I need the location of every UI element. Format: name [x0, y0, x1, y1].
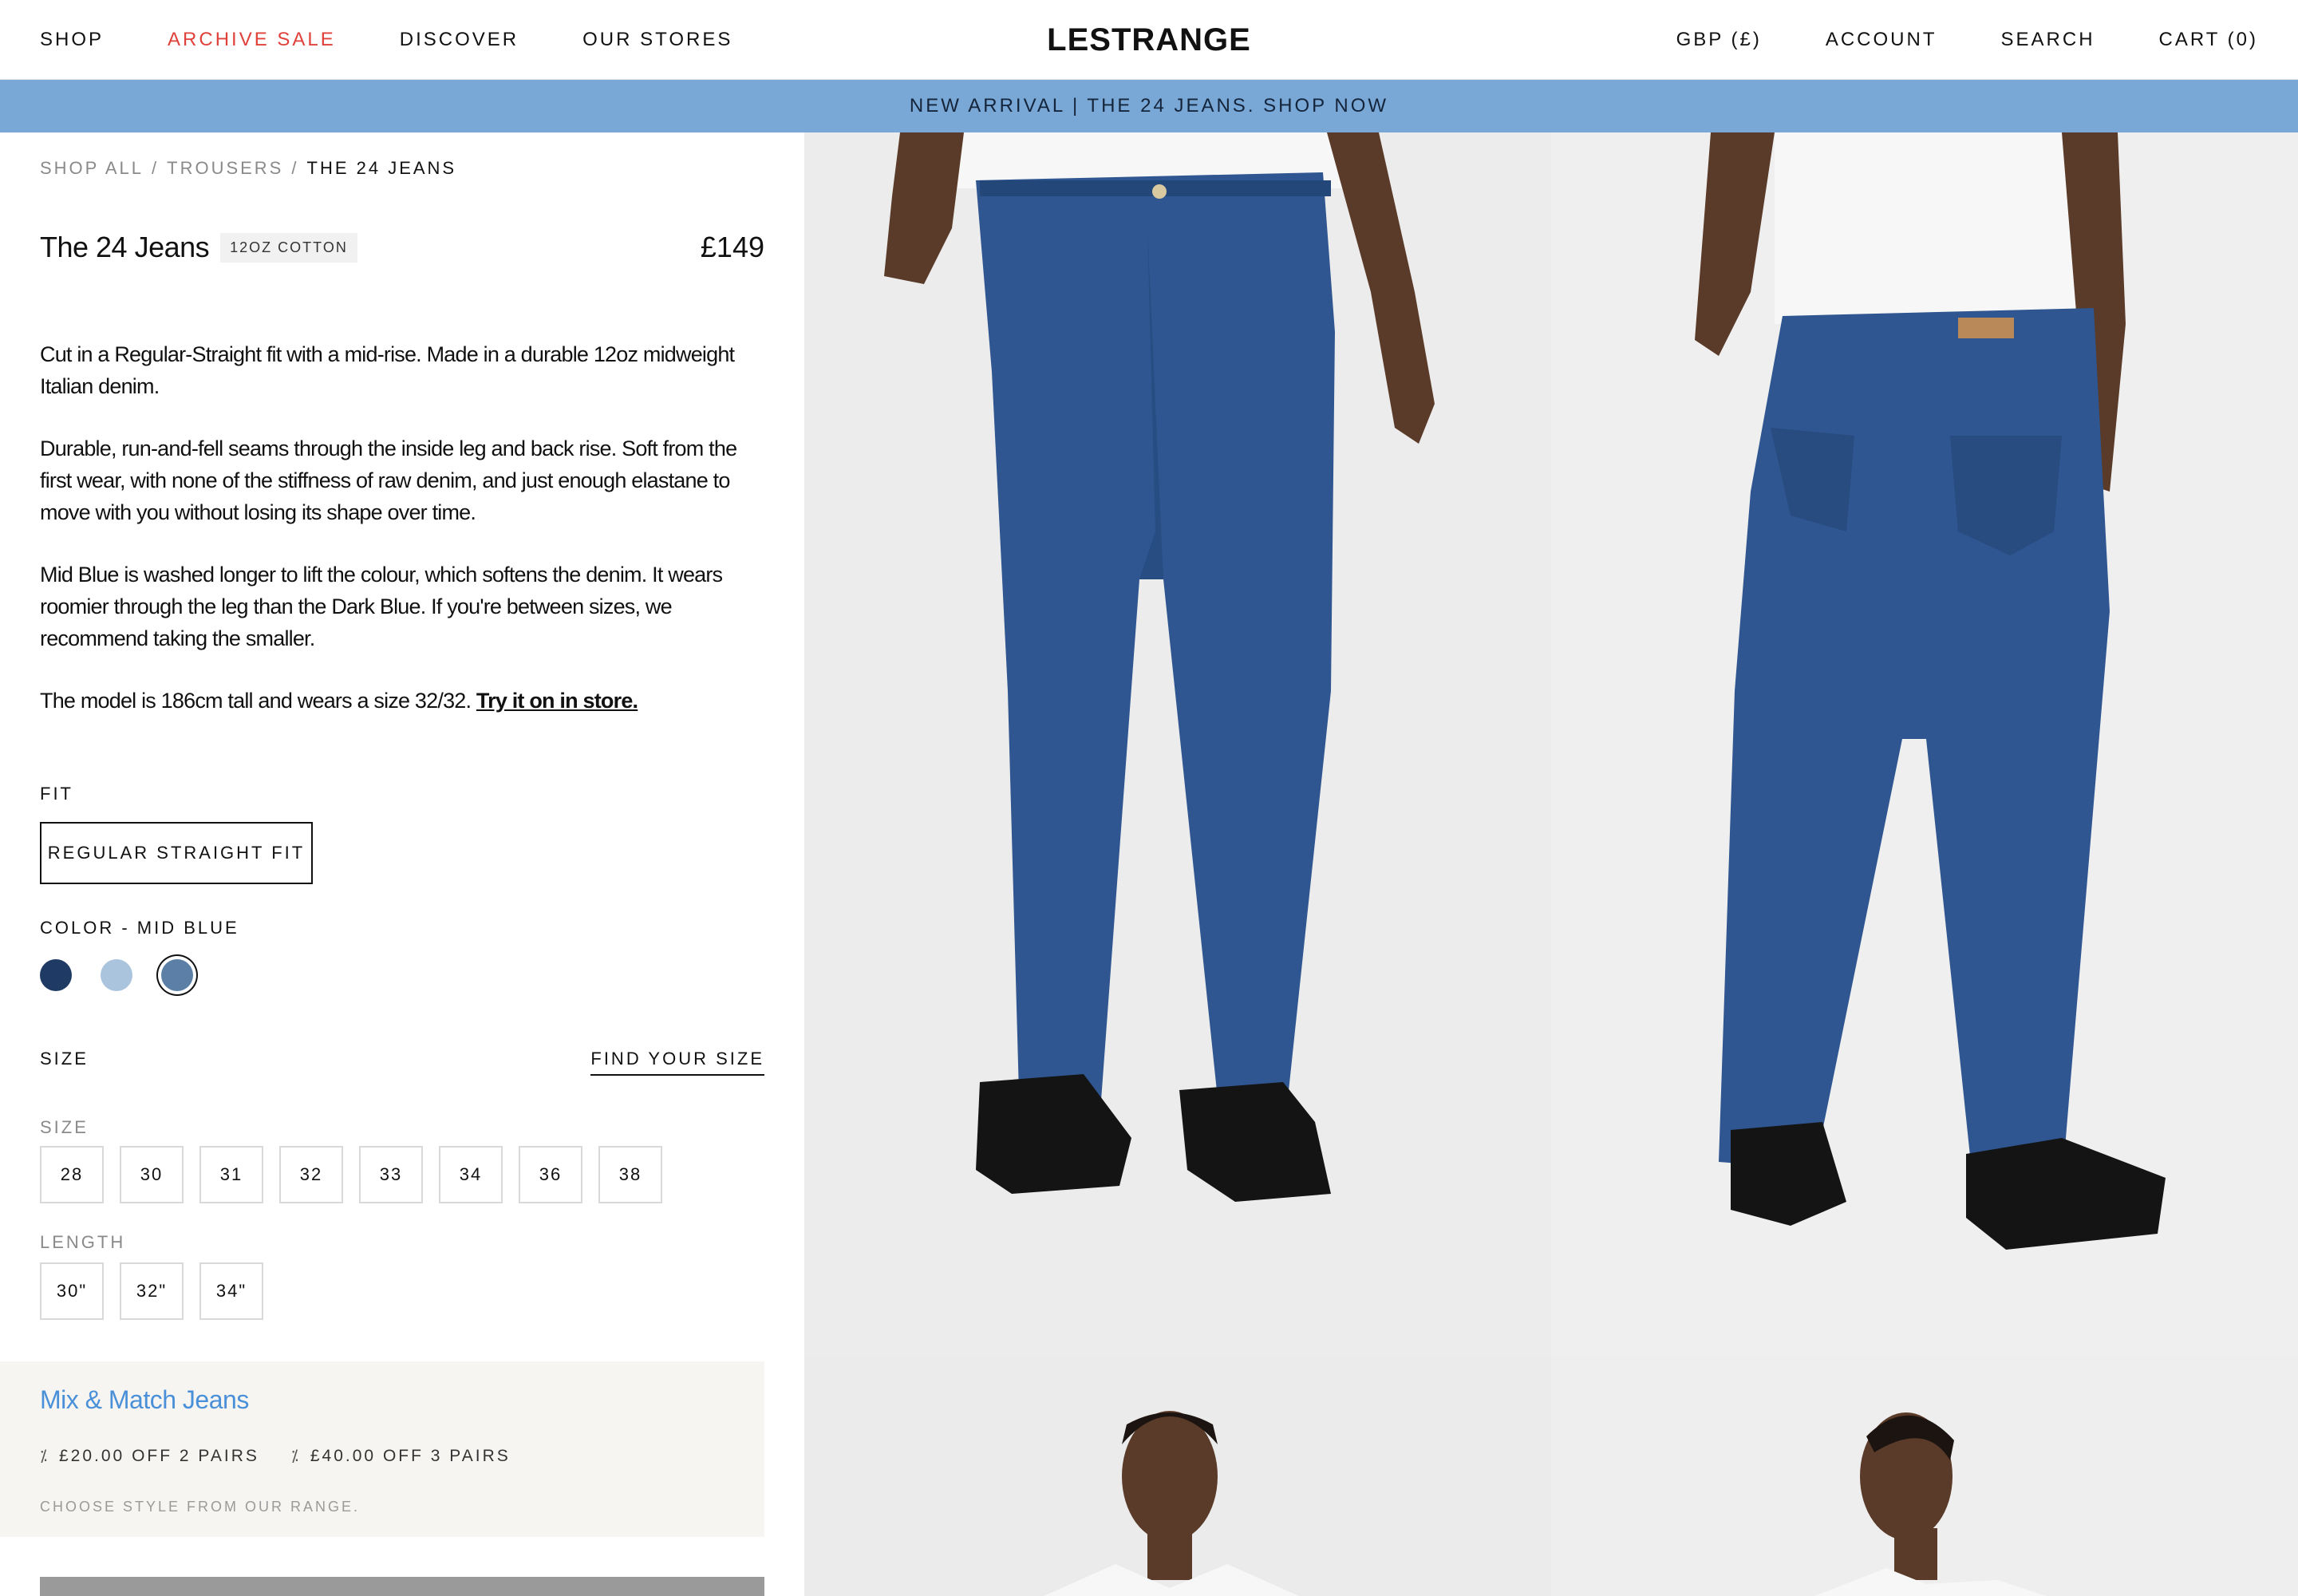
size-option-32[interactable]: 32	[279, 1146, 343, 1203]
size-section-label: SIZE	[40, 1049, 89, 1069]
size-option-34[interactable]: 34	[439, 1146, 503, 1203]
fit-label: FIT	[40, 784, 73, 804]
product-image-portrait-front[interactable]	[804, 1357, 1551, 1596]
model-note-text: The model is 186cm tall and wears a size…	[40, 689, 472, 713]
size-option-31[interactable]: 31	[199, 1146, 263, 1203]
portrait-front-illustration	[1044, 1411, 1299, 1596]
product-image-portrait-side[interactable]	[1551, 1357, 2298, 1596]
product-details-panel: SHOP ALL / TROUSERS / THE 24 JEANS The 2…	[0, 132, 804, 1596]
front-view-illustration	[884, 132, 1435, 1202]
percent-icon: ⁒	[40, 1448, 49, 1465]
promo-offers: ⁒ £20.00 OFF 2 PAIRS ⁒ £40.00 OFF 3 PAIR…	[40, 1446, 511, 1466]
waist-size-options: 28 30 31 32 33 34 36 38	[40, 1146, 662, 1203]
breadcrumb-shop-all[interactable]: SHOP ALL	[40, 158, 144, 179]
site-header: SHOP ARCHIVE SALE DISCOVER OUR STORES LE…	[0, 0, 2298, 80]
length-option-32[interactable]: 32"	[120, 1262, 184, 1320]
size-option-28[interactable]: 28	[40, 1146, 104, 1203]
product-title: The 24 Jeans	[40, 231, 210, 263]
length-option-34[interactable]: 34"	[199, 1262, 263, 1320]
swatch-dark-blue[interactable]	[40, 959, 72, 991]
waist-size-label: SIZE	[40, 1117, 89, 1137]
size-option-30[interactable]: 30	[120, 1146, 184, 1203]
promo-offer: ⁒ £40.00 OFF 3 PAIRS	[291, 1446, 511, 1466]
banner-text: NEW ARRIVAL | THE 24 JEANS. SHOP NOW	[909, 95, 1389, 117]
nav-our-stores[interactable]: OUR STORES	[582, 29, 732, 51]
size-option-36[interactable]: 36	[519, 1146, 582, 1203]
try-in-store-link[interactable]: Try it on in store.	[476, 689, 638, 713]
product-price: £149	[700, 231, 764, 263]
color-label: COLOR - MID BLUE	[40, 918, 239, 938]
description-paragraph: Mid Blue is washed longer to lift the co…	[40, 563, 723, 650]
description-paragraph: Durable, run-and-fell seams through the …	[40, 437, 737, 524]
length-label: LENGTH	[40, 1232, 126, 1252]
percent-icon: ⁒	[290, 1448, 301, 1465]
promo-offer: ⁒ £20.00 OFF 2 PAIRS	[40, 1446, 259, 1466]
breadcrumb-trousers[interactable]: TROUSERS	[167, 158, 283, 179]
breadcrumb-current: THE 24 JEANS	[306, 158, 457, 178]
model-note: The model is 186cm tall and wears a size…	[40, 685, 764, 717]
primary-nav: SHOP ARCHIVE SALE DISCOVER OUR STORES	[40, 0, 732, 80]
utility-nav: GBP (£) ACCOUNT SEARCH CART (0)	[1676, 0, 2258, 80]
product-gallery	[804, 132, 2298, 1596]
product-image-front[interactable]	[804, 132, 1551, 1357]
promo-title: Mix & Match Jeans	[40, 1385, 249, 1414]
fabric-badge: 12OZ COTTON	[220, 232, 357, 263]
nav-account[interactable]: ACCOUNT	[1826, 29, 1937, 51]
product-image-back[interactable]	[1551, 132, 2298, 1357]
find-your-size-link[interactable]: FIND YOUR SIZE	[590, 1049, 764, 1076]
product-description: Cut in a Regular-Straight fit with a mid…	[40, 338, 764, 747]
product-title-row: The 24 Jeans 12OZ COTTON £149	[40, 230, 764, 265]
breadcrumb-separator: /	[152, 158, 160, 178]
size-option-33[interactable]: 33	[359, 1146, 423, 1203]
mix-match-promo: Mix & Match Jeans ⁒ £20.00 OFF 2 PAIRS ⁒…	[0, 1361, 764, 1537]
breadcrumb-separator: /	[291, 158, 299, 178]
length-options: 30" 32" 34"	[40, 1262, 263, 1320]
promo-offer-text: £20.00 OFF 2 PAIRS	[59, 1446, 259, 1465]
fit-option-regular-straight[interactable]: REGULAR STRAIGHT FIT	[40, 822, 313, 884]
nav-search[interactable]: SEARCH	[2001, 29, 2095, 51]
announcement-banner[interactable]: NEW ARRIVAL | THE 24 JEANS. SHOP NOW	[0, 80, 2298, 132]
nav-shop[interactable]: SHOP	[40, 29, 104, 51]
swatch-mid-blue[interactable]	[161, 959, 193, 991]
nav-cart[interactable]: CART (0)	[2159, 29, 2258, 51]
nav-discover[interactable]: DISCOVER	[400, 29, 519, 51]
back-view-illustration	[1695, 132, 2166, 1250]
breadcrumb: SHOP ALL / TROUSERS / THE 24 JEANS	[40, 158, 456, 179]
nav-archive-sale[interactable]: ARCHIVE SALE	[168, 29, 336, 51]
length-option-30[interactable]: 30"	[40, 1262, 104, 1320]
description-paragraph: Cut in a Regular-Straight fit with a mid…	[40, 342, 735, 398]
promo-offer-text: £40.00 OFF 3 PAIRS	[310, 1446, 511, 1465]
portrait-side-illustration	[1814, 1412, 2046, 1596]
swatch-light-blue[interactable]	[101, 959, 132, 991]
promo-note: CHOOSE STYLE FROM OUR RANGE.	[40, 1499, 361, 1515]
add-to-bag-button[interactable]	[40, 1577, 764, 1596]
size-option-38[interactable]: 38	[598, 1146, 662, 1203]
currency-selector[interactable]: GBP (£)	[1676, 29, 1762, 51]
